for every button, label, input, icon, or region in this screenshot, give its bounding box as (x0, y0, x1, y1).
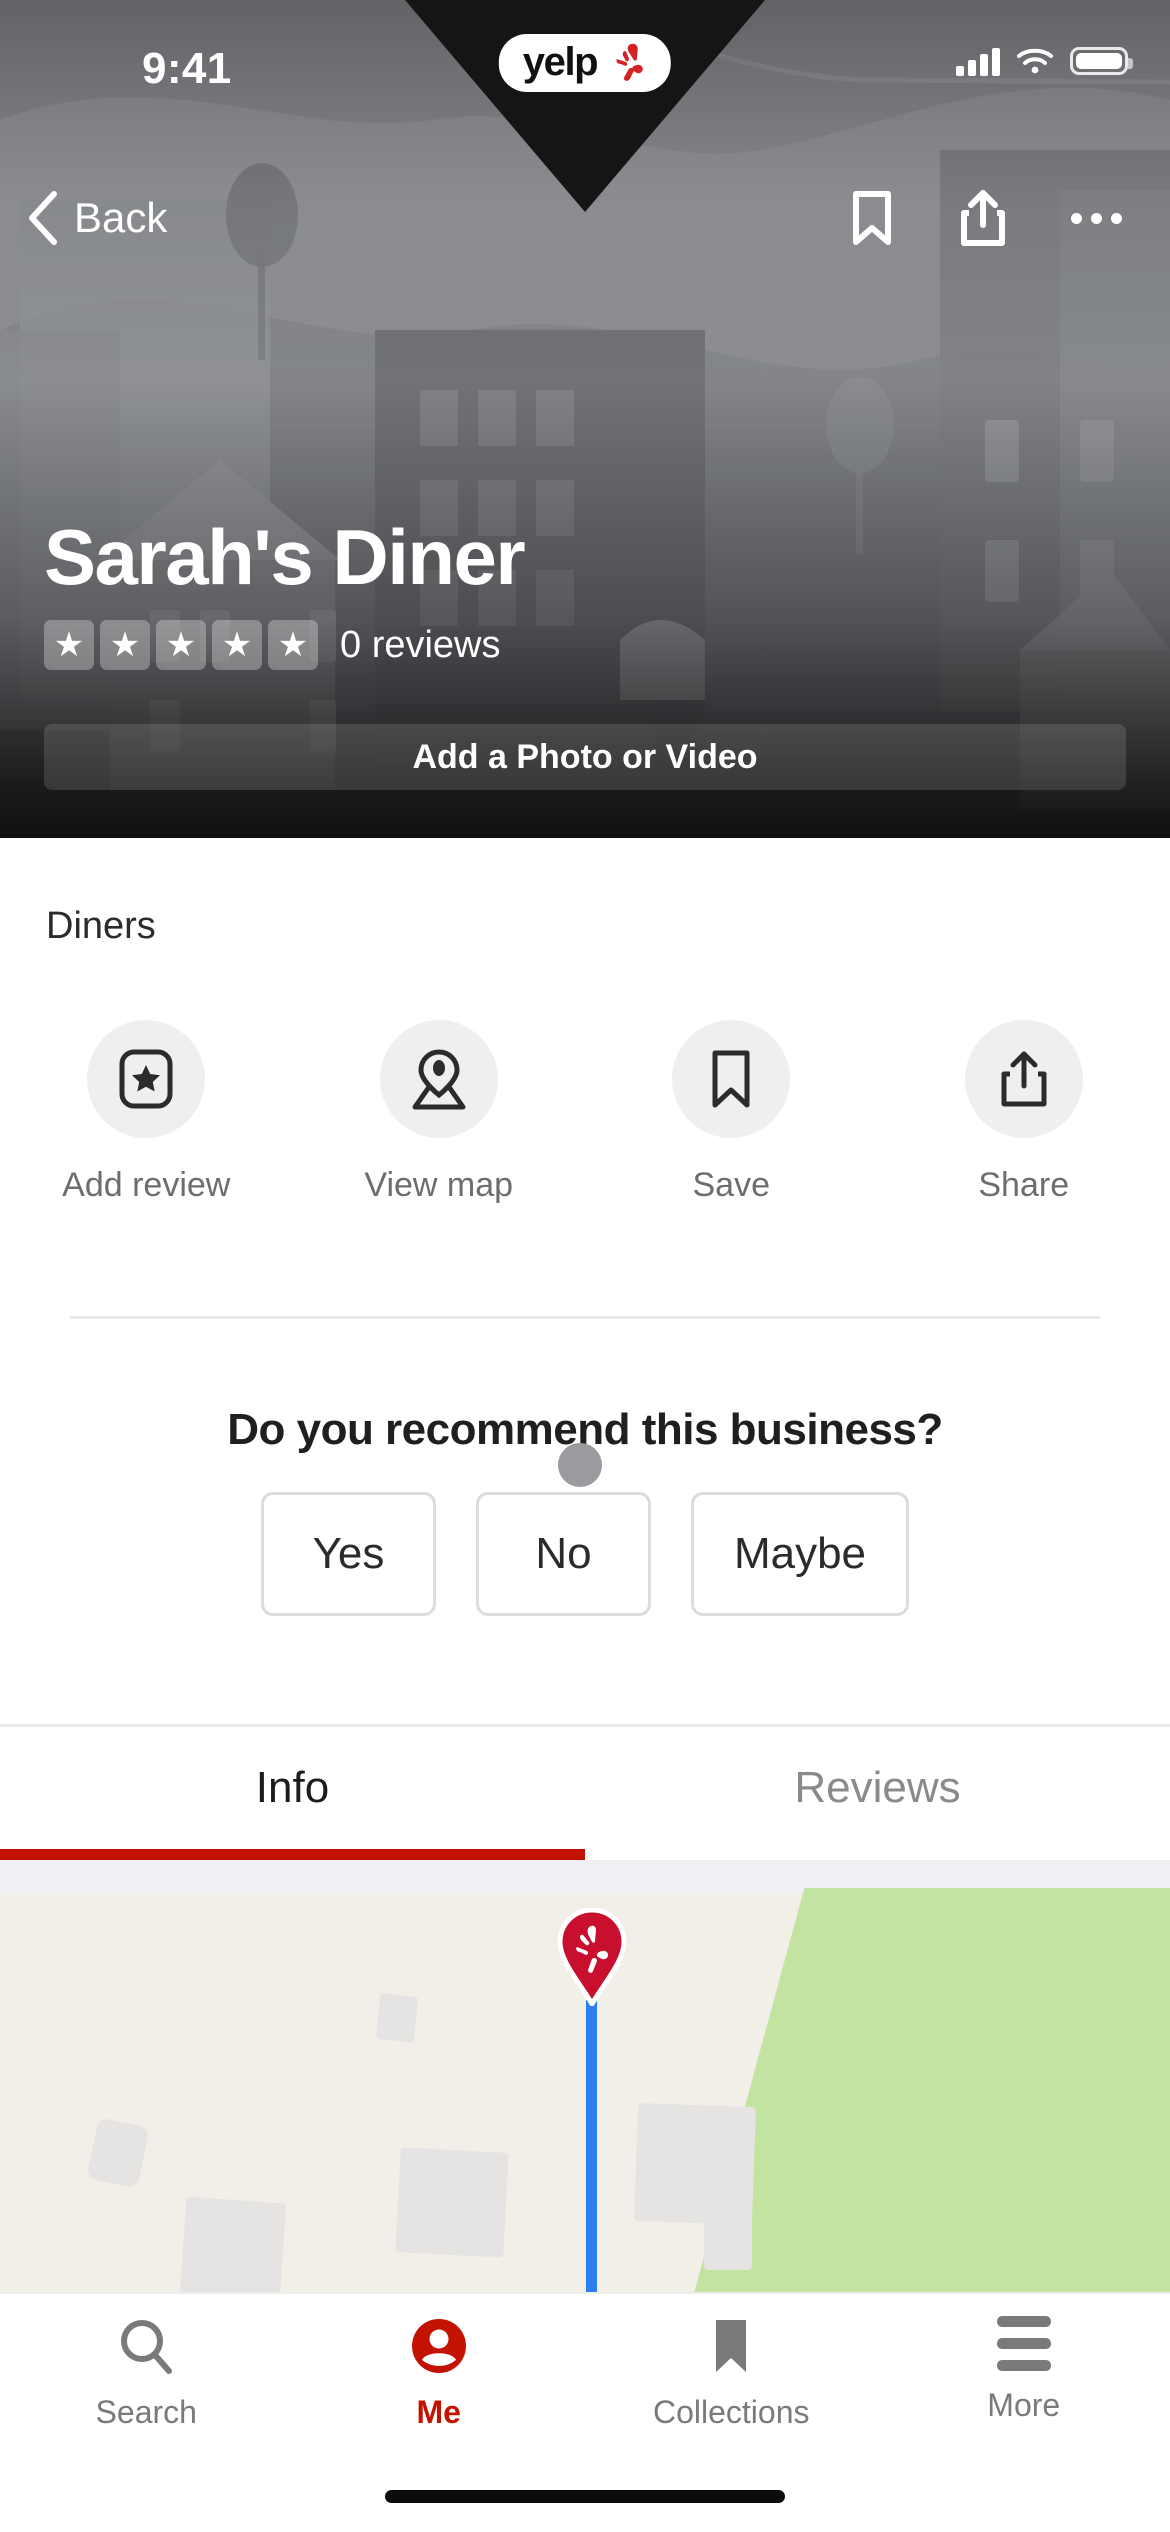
map-building (375, 1993, 419, 2043)
nav-label-search: Search (95, 2394, 197, 2430)
save-button[interactable]: Save (585, 1020, 878, 1205)
content-tabs: Info Reviews (0, 1727, 1170, 1849)
add-review-star-icon (87, 1020, 206, 1138)
view-map-button[interactable]: View map (293, 1020, 586, 1205)
app-screen: 9:41 yelp Back Sarah's Diner ★ ★ ★ ★ ★ 0… (0, 0, 1170, 2532)
battery-icon (1070, 47, 1133, 75)
recommend-maybe-button[interactable]: Maybe (690, 1492, 910, 1616)
map-building (179, 2196, 287, 2292)
nav-label-me: Me (416, 2394, 461, 2430)
nav-label-collections: Collections (652, 2394, 810, 2430)
yelp-logo: yelp (498, 34, 672, 92)
profile-icon (411, 2319, 466, 2373)
recommend-no-button[interactable]: No (475, 1492, 651, 1616)
rating-row: ★ ★ ★ ★ ★ 0 reviews (44, 620, 501, 670)
view-map-label: View map (364, 1166, 514, 1204)
share-icon (964, 1020, 1083, 1138)
business-category: Diners (46, 905, 156, 947)
cellular-signal-icon (956, 46, 1000, 76)
nav-tab-collections[interactable]: Collections (585, 2294, 878, 2462)
add-review-button[interactable]: Add review (0, 1020, 293, 1205)
star-glyph: ★ (221, 626, 253, 664)
bookmark-filled-icon (716, 2320, 747, 2372)
map-pin-icon (379, 1020, 498, 1138)
star-glyph: ★ (53, 626, 85, 664)
nav-tab-search[interactable]: Search (0, 2294, 293, 2462)
nav-tab-more[interactable]: More (878, 2294, 1170, 2462)
back-label: Back (74, 194, 168, 241)
touch-indicator (558, 1443, 602, 1487)
map-building (86, 2117, 150, 2189)
add-review-label: Add review (62, 1166, 231, 1204)
star-1[interactable]: ★ (44, 620, 94, 670)
hamburger-menu-icon (996, 2316, 1051, 2371)
chevron-left-icon (29, 191, 57, 245)
star-rating[interactable]: ★ ★ ★ ★ ★ (44, 620, 318, 670)
status-indicators (956, 46, 1133, 76)
bookmark-icon (672, 1020, 791, 1138)
section-divider (70, 1316, 1100, 1319)
ellipsis-icon[interactable] (1071, 212, 1122, 224)
action-row: Add review View map Save Share (0, 1020, 1170, 1205)
bookmark-icon[interactable] (849, 190, 895, 246)
bottom-tab-bar: Search Me Collections More (0, 2292, 1170, 2462)
star-2[interactable]: ★ (100, 620, 150, 670)
review-count: 0 reviews (340, 623, 501, 666)
add-photo-label: Add a Photo or Video (412, 737, 758, 776)
star-glyph: ★ (165, 626, 197, 664)
star-glyph: ★ (109, 626, 141, 664)
status-time: 9:41 (142, 44, 232, 93)
yelp-burst-pin-icon[interactable] (556, 1908, 628, 2006)
map-building (633, 2102, 757, 2226)
tab-reviews[interactable]: Reviews (585, 1727, 1170, 1849)
status-bar: 9:41 yelp (0, 0, 1170, 100)
star-5[interactable]: ★ (268, 620, 318, 670)
recommend-yes-button[interactable]: Yes (260, 1492, 436, 1616)
map-building (704, 2208, 752, 2270)
nav-tab-me[interactable]: Me (293, 2294, 586, 2462)
wifi-icon (1017, 48, 1053, 74)
yelp-wordmark: yelp (522, 40, 599, 84)
page-title: Sarah's Diner (44, 513, 526, 601)
share-label: Share (978, 1166, 1070, 1204)
search-icon (121, 2320, 173, 2374)
add-photo-button[interactable]: Add a Photo or Video (44, 724, 1126, 790)
yelp-burst-icon (616, 43, 644, 81)
home-indicator (385, 2490, 785, 2503)
back-button[interactable]: Back (26, 190, 167, 246)
share-button[interactable]: Share (878, 1020, 1170, 1205)
nav-label-more: More (987, 2387, 1061, 2423)
top-nav-bar: Back (0, 176, 1170, 260)
star-glyph: ★ (277, 626, 309, 664)
map-road (586, 2000, 597, 2292)
hero-header: 9:41 yelp Back Sarah's Diner ★ ★ ★ ★ ★ 0… (0, 0, 1170, 838)
map-park-area (690, 1888, 1170, 2292)
share-icon[interactable] (959, 189, 1007, 247)
active-tab-indicator (0, 1849, 585, 1860)
tab-info[interactable]: Info (0, 1727, 585, 1849)
map-building (395, 2147, 509, 2258)
star-4[interactable]: ★ (212, 620, 262, 670)
star-3[interactable]: ★ (156, 620, 206, 670)
save-label: Save (692, 1166, 771, 1204)
location-map[interactable] (0, 1860, 1170, 2292)
recommend-options: Yes No Maybe (0, 1492, 1170, 1616)
